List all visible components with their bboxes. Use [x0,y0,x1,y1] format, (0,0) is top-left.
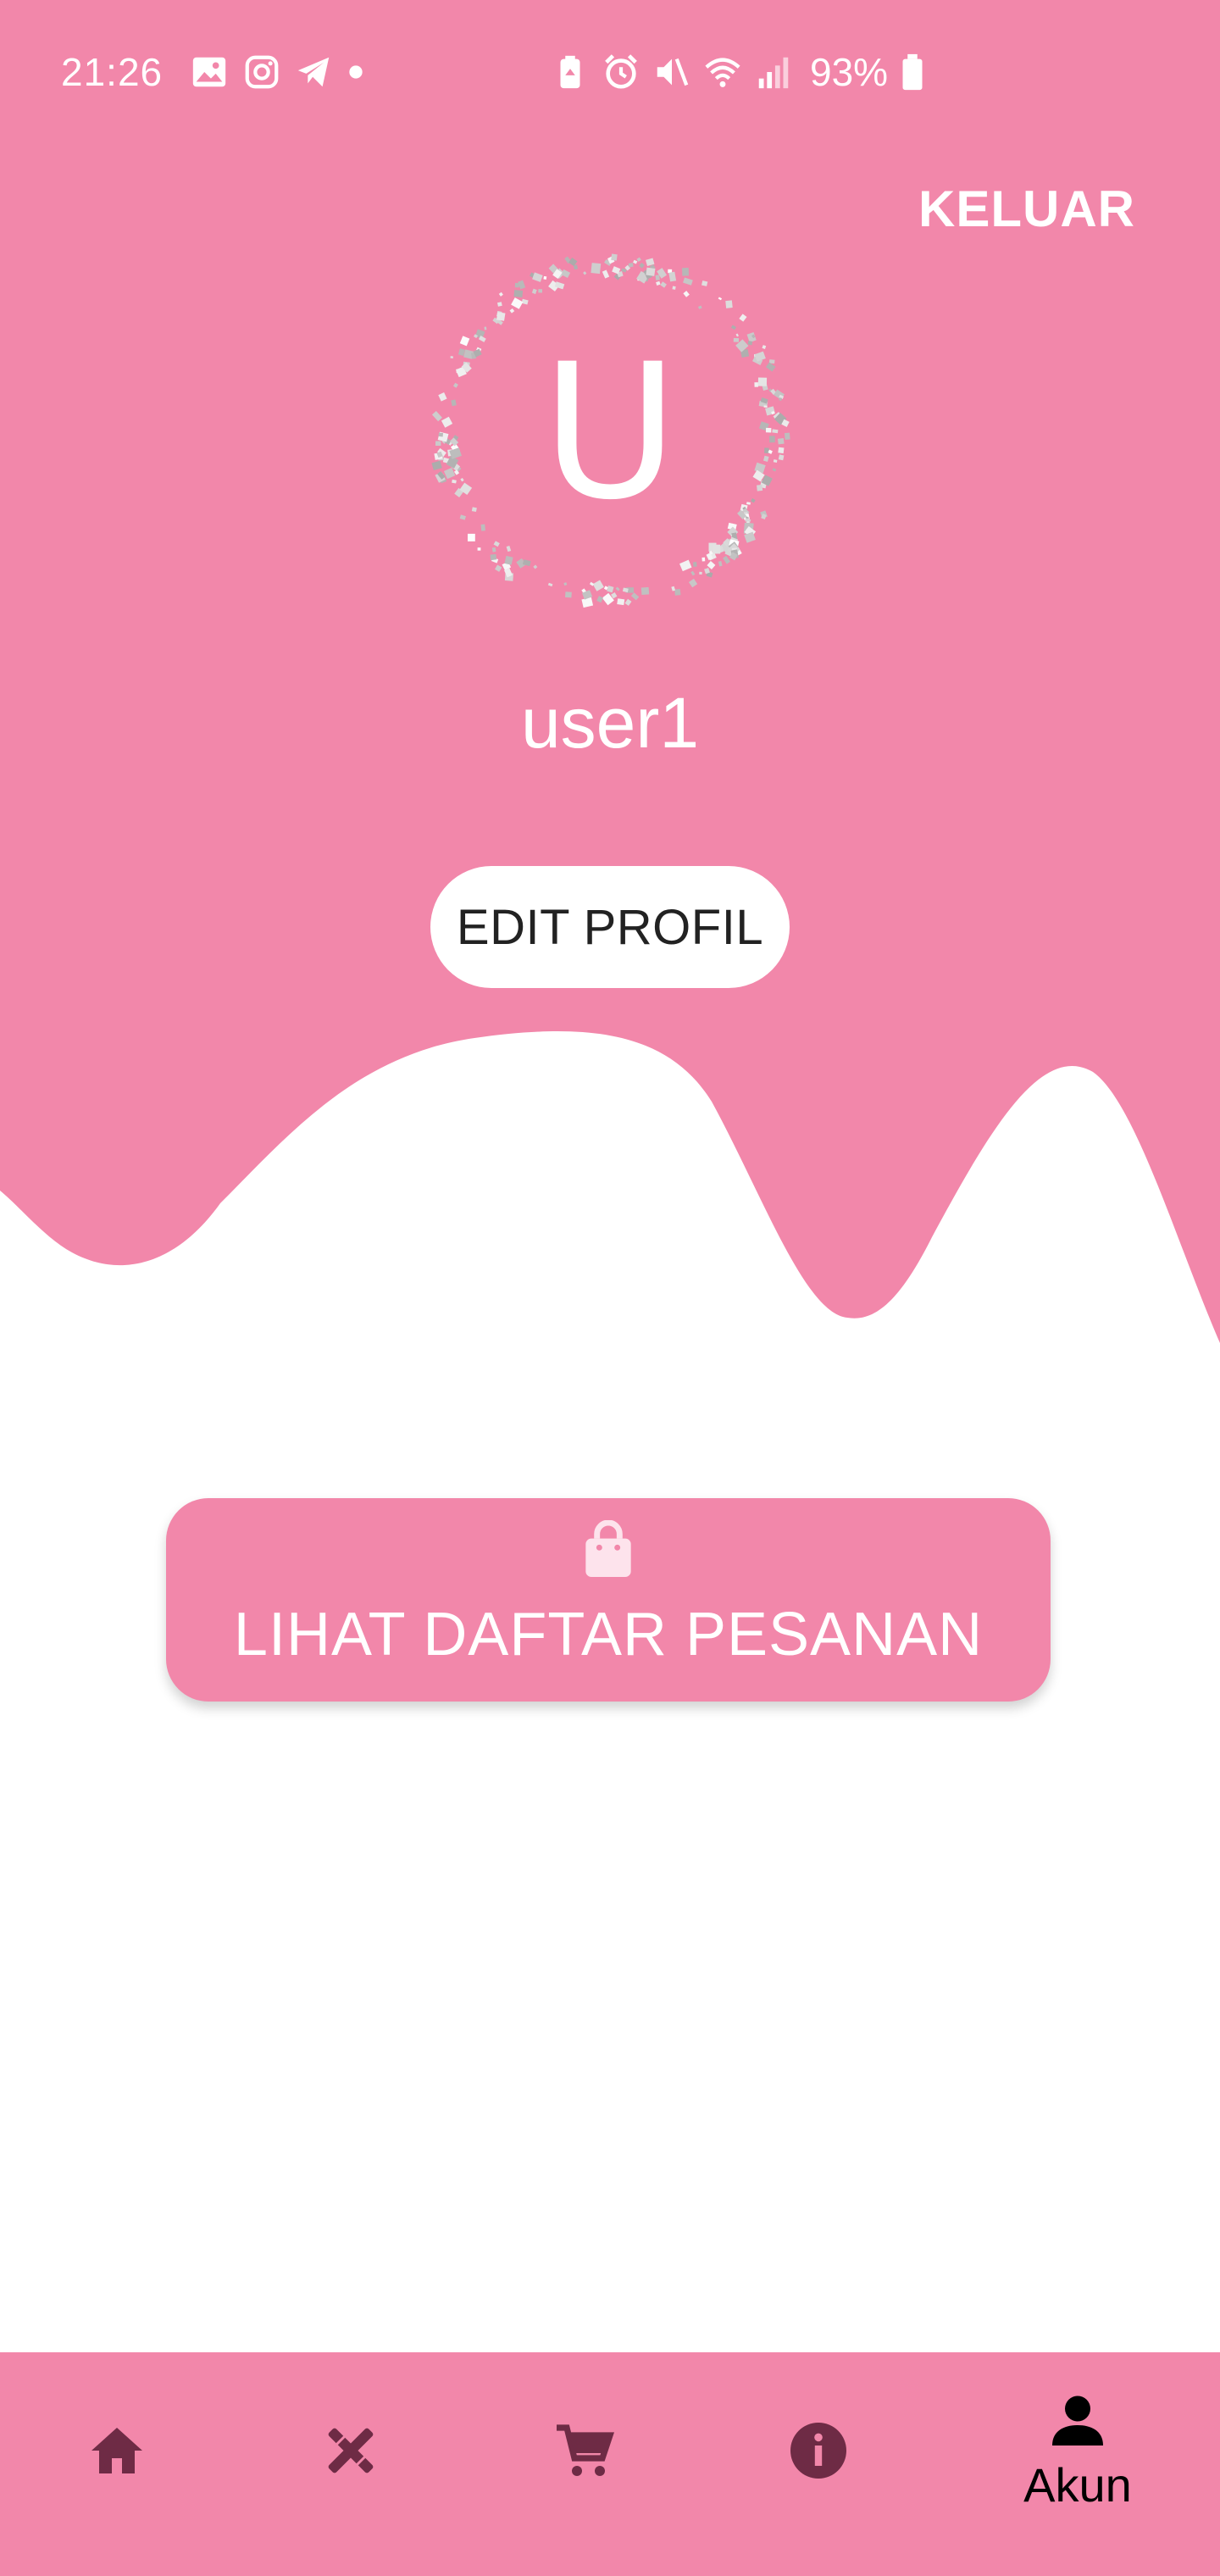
wifi-icon [705,58,740,87]
nav-info[interactable] [734,2352,903,2576]
nav-account-label: Akun [1023,2458,1132,2512]
alarm-icon [605,54,637,89]
more-notifications-dot-icon [349,65,363,79]
battery-saver-icon [560,55,580,89]
status-time: 21:26 [61,50,164,94]
person-icon [1052,2396,1103,2446]
telegram-icon [297,57,330,87]
system-status-icons: 93% [551,49,925,95]
nav-tools[interactable] [266,2352,435,2576]
instagram-icon [245,55,279,89]
bottom-navigation: Akun [0,2352,1220,2576]
status-bar: 21:26 93% [0,0,1220,149]
home-icon [92,2428,142,2473]
battery-icon [902,53,923,91]
username: user1 [520,683,700,763]
cart-icon [557,2424,614,2476]
nav-home[interactable] [32,2352,202,2576]
mute-icon [657,58,689,86]
tools-icon [328,2428,374,2473]
shopping-bag-icon [585,1520,631,1577]
logout-button[interactable]: KELUAR [918,180,1135,238]
view-orders-button[interactable]: LIHAT DAFTAR PESANAN [166,1498,1051,1702]
notification-icons [190,53,364,92]
edit-profile-button[interactable]: EDIT PROFIL [430,866,790,988]
gallery-icon [192,57,226,87]
nav-cart[interactable] [500,2352,669,2576]
avatar-initial: U [541,324,679,541]
signal-icon [758,57,789,89]
avatar: U [415,237,805,627]
battery-percent: 93% [810,50,889,94]
nav-account[interactable]: Akun [993,2352,1162,2576]
info-icon [790,2423,846,2479]
view-orders-label: LIHAT DAFTAR PESANAN [233,1601,984,1668]
